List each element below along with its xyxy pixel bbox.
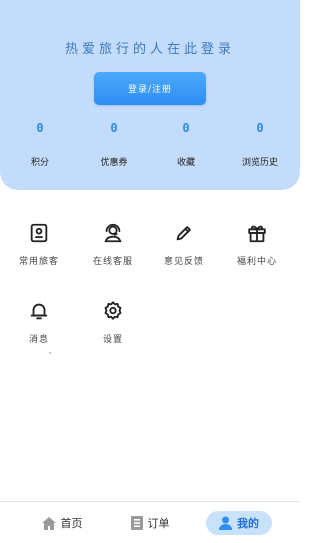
stat-history-value: 0	[256, 121, 264, 135]
stat-favorites-label: 收藏	[176, 158, 195, 168]
profile-header: 热爱旅行的人在此登录 登录/注册 0 积分 0 优惠券 0 收藏 0 浏览历史	[0, 0, 300, 190]
menu-item-label: 设置	[102, 335, 123, 345]
stat-points[interactable]: 0 积分	[10, 121, 70, 168]
menu-item-settings[interactable]: 设置	[83, 300, 143, 345]
menu-item-online-service[interactable]: 在线客服	[83, 222, 143, 267]
stat-coupons-value: 0	[110, 121, 118, 135]
login-slogan: 热爱旅行的人在此登录	[64, 42, 235, 57]
tab-orders-label: 订单	[147, 517, 170, 530]
menu-item-label: 常用旅客	[18, 257, 59, 267]
tab-orders[interactable]: 订单	[122, 511, 178, 535]
bottom-tab-bar: 首页 订单 我的	[0, 501, 300, 543]
tab-mine-label: 我的	[237, 517, 259, 530]
stat-coupons[interactable]: 0 优惠券	[84, 121, 144, 168]
tab-home-label: 首页	[60, 517, 83, 530]
gear-icon	[104, 301, 122, 320]
menu-item-feedback[interactable]: 意见反馈	[154, 222, 214, 267]
contact-card-icon	[30, 223, 48, 243]
menu-item-welfare-center[interactable]: 福利中心	[227, 222, 287, 267]
menu-item-frequent-travelers[interactable]: 常用旅客	[9, 222, 69, 267]
gift-icon	[248, 225, 266, 243]
stat-coupons-label: 优惠券	[100, 158, 128, 168]
home-icon	[41, 516, 56, 530]
tab-mine[interactable]: 我的	[206, 511, 272, 535]
menu-item-label: 意见反馈	[163, 257, 204, 267]
stat-history[interactable]: 0 浏览历史	[230, 121, 290, 168]
menu-item-label: 消息	[28, 335, 49, 345]
stat-history-label: 浏览历史	[241, 158, 278, 168]
order-list-icon	[130, 516, 143, 530]
stat-points-value: 0	[36, 121, 44, 135]
headset-icon	[104, 223, 122, 243]
pencil-icon	[176, 226, 191, 241]
user-icon	[219, 516, 232, 530]
tab-home[interactable]: 首页	[34, 511, 90, 535]
stat-points-label: 积分	[30, 158, 49, 168]
login-register-button[interactable]: 登录/注册	[94, 72, 206, 105]
menu-item-messages[interactable]: 消息	[9, 300, 69, 345]
decorative-dot	[49, 352, 51, 354]
stat-favorites[interactable]: 0 收藏	[156, 121, 216, 168]
bell-icon	[30, 303, 48, 320]
menu-item-label: 福利中心	[236, 257, 277, 267]
menu-item-label: 在线客服	[92, 257, 133, 267]
stat-favorites-value: 0	[182, 121, 190, 135]
